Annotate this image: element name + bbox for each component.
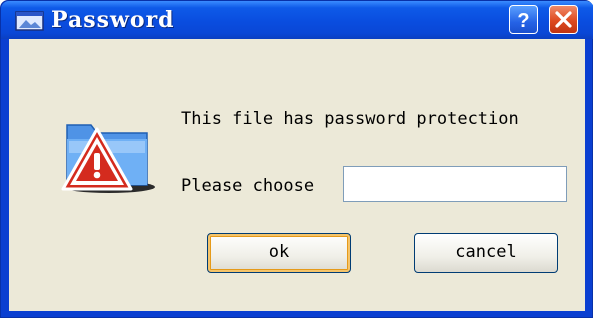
window-title: Password	[51, 7, 175, 33]
close-icon	[555, 11, 572, 28]
window-icon	[15, 11, 44, 31]
close-button[interactable]	[549, 5, 578, 34]
dialog-message: This file has password protection	[181, 109, 519, 129]
ok-button[interactable]: ok	[207, 233, 351, 273]
svg-text:?: ?	[517, 10, 529, 32]
folder-warning-icon	[61, 124, 155, 193]
password-prompt-label: Please choose	[181, 176, 315, 196]
cancel-button[interactable]: cancel	[414, 233, 558, 273]
help-icon: ?	[517, 10, 529, 32]
password-input[interactable]	[343, 166, 567, 202]
title-bar[interactable]: Password ?	[1, 1, 593, 39]
password-dialog: Password ? This file has password protec…	[0, 0, 593, 318]
help-button[interactable]: ?	[509, 5, 538, 34]
